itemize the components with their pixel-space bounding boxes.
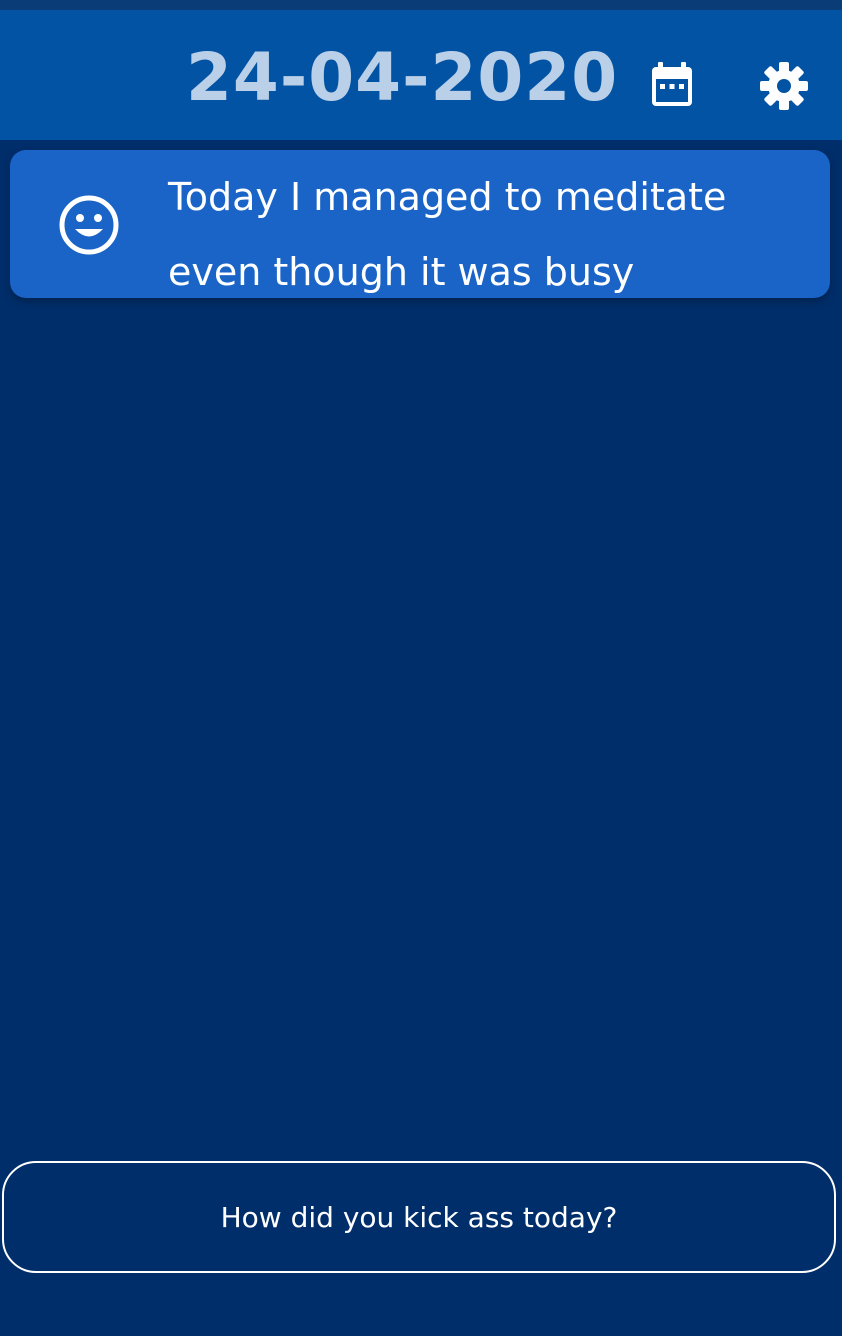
gear-icon[interactable] (758, 60, 810, 112)
app-header: 24-04-2020 (0, 10, 842, 140)
entry-card[interactable]: Today I managed to meditate even though … (10, 150, 830, 298)
status-bar (0, 0, 842, 10)
add-entry-label: How did you kick ass today? (220, 1200, 618, 1234)
date-title: 24-04-2020 (186, 39, 619, 116)
add-entry-button[interactable]: How did you kick ass today? (2, 1161, 836, 1273)
entry-text: Today I managed to meditate even though … (168, 175, 727, 294)
smiley-face-icon (58, 194, 120, 256)
calendar-icon[interactable] (648, 58, 696, 110)
